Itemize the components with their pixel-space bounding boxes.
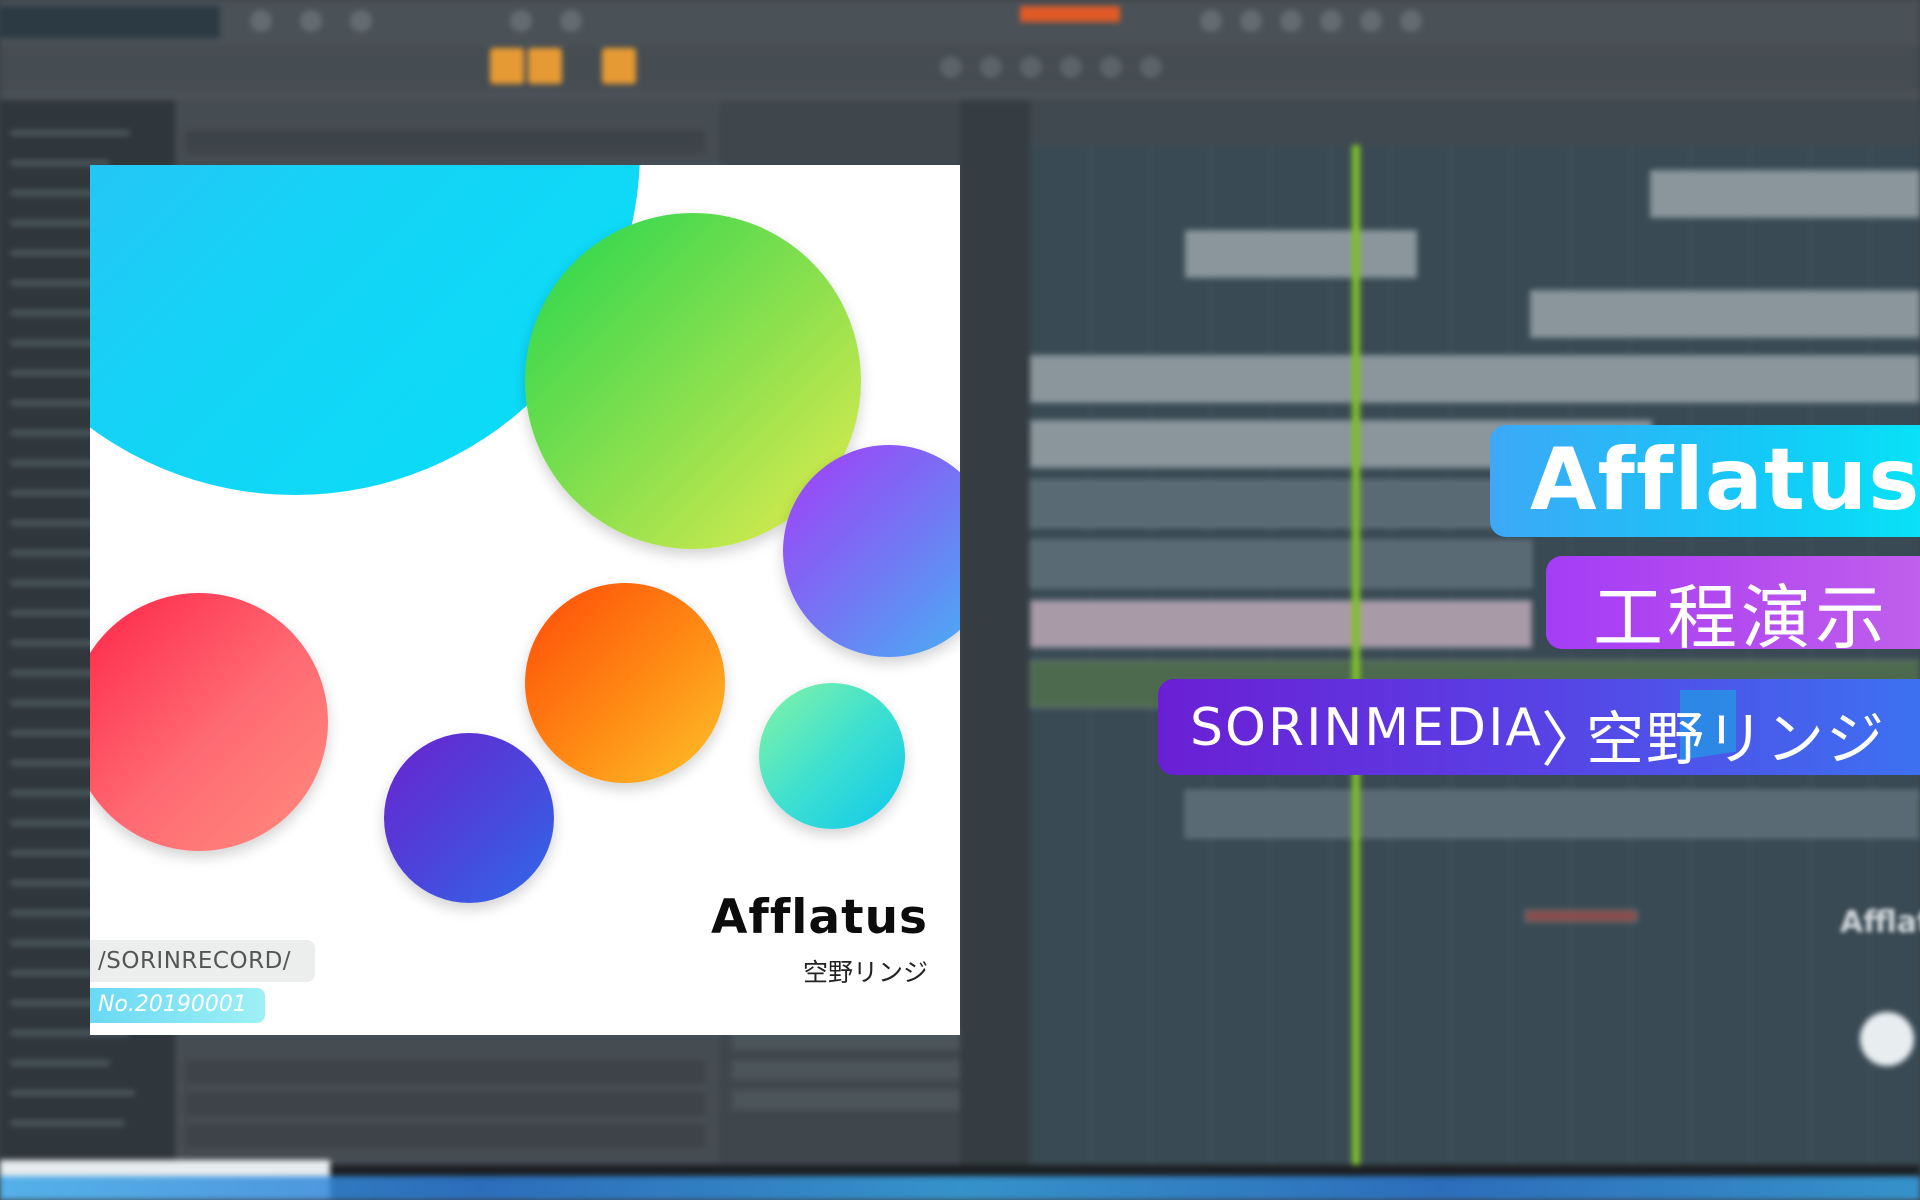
ghost-title: Afflatus <box>1840 905 1920 940</box>
play-button-icon[interactable] <box>300 10 322 32</box>
pattern-clip[interactable] <box>1530 290 1920 338</box>
toolbar-icon-d[interactable] <box>1320 10 1342 32</box>
cover-title: Afflatus <box>711 890 928 945</box>
toolbar-icon-a[interactable] <box>1200 10 1222 32</box>
pattern-clip[interactable] <box>1185 790 1920 838</box>
playlist-track-headers <box>960 100 1030 1175</box>
plugin-picker-icon[interactable] <box>1140 56 1162 78</box>
record-button-icon[interactable] <box>250 10 272 32</box>
piano-roll-toggle-icon[interactable] <box>1060 56 1082 78</box>
cpu-meter <box>1020 6 1120 22</box>
pattern-clip[interactable] <box>1650 170 1920 218</box>
playlist-toggle-icon[interactable] <box>1100 56 1122 78</box>
cover-artist: 空野リンジ <box>802 958 928 987</box>
cover-circle-red <box>90 593 328 851</box>
browser-toggle-icon[interactable] <box>940 56 962 78</box>
channel-rack-toggle-icon[interactable] <box>980 56 1002 78</box>
toolbar-icon-b[interactable] <box>1240 10 1262 32</box>
album-cover: Afflatus 空野リンジ /SORINRECORD/ No.20190001 <box>90 165 960 1035</box>
song-position-display <box>0 6 220 38</box>
song-mode-button[interactable] <box>528 48 562 84</box>
audio-waveform <box>0 1176 1920 1200</box>
toolbar-icon-c[interactable] <box>1280 10 1302 32</box>
cover-circle-orange <box>525 583 725 783</box>
banner-artist: 空野リンジ <box>1586 705 1887 773</box>
loop-button-icon[interactable] <box>510 10 532 32</box>
cover-circle-teal <box>759 683 905 829</box>
daw-toolbar-row2 <box>0 46 1920 116</box>
pattern-clip[interactable] <box>1525 910 1637 922</box>
metronome-icon[interactable] <box>560 10 582 32</box>
pattern-clip[interactable] <box>1030 600 1532 648</box>
stop-button-icon[interactable] <box>350 10 372 32</box>
pattern-clip[interactable] <box>1030 355 1920 403</box>
label-text: /SORINRECORD/ <box>98 948 292 974</box>
toolbar-icon-f[interactable] <box>1400 10 1422 32</box>
pattern-mode-button[interactable] <box>490 48 524 84</box>
toolbar-icon-e[interactable] <box>1360 10 1382 32</box>
banner-brand: SORINMEDIA <box>1190 698 1543 758</box>
banner-subtitle: 工程演示 <box>1593 577 1889 659</box>
snap-button[interactable] <box>602 48 636 84</box>
pattern-clip[interactable] <box>1030 540 1532 588</box>
banner-title: Afflatus <box>1530 430 1920 530</box>
cover-circle-blue <box>384 733 554 903</box>
playhead[interactable] <box>1352 145 1360 1175</box>
pattern-clip[interactable] <box>1185 230 1417 278</box>
ghost-logo-icon <box>1860 1012 1914 1066</box>
playlist-timeline <box>1030 100 1920 145</box>
mixer-toggle-icon[interactable] <box>1020 56 1042 78</box>
catalog-number: No.20190001 <box>98 992 247 1017</box>
